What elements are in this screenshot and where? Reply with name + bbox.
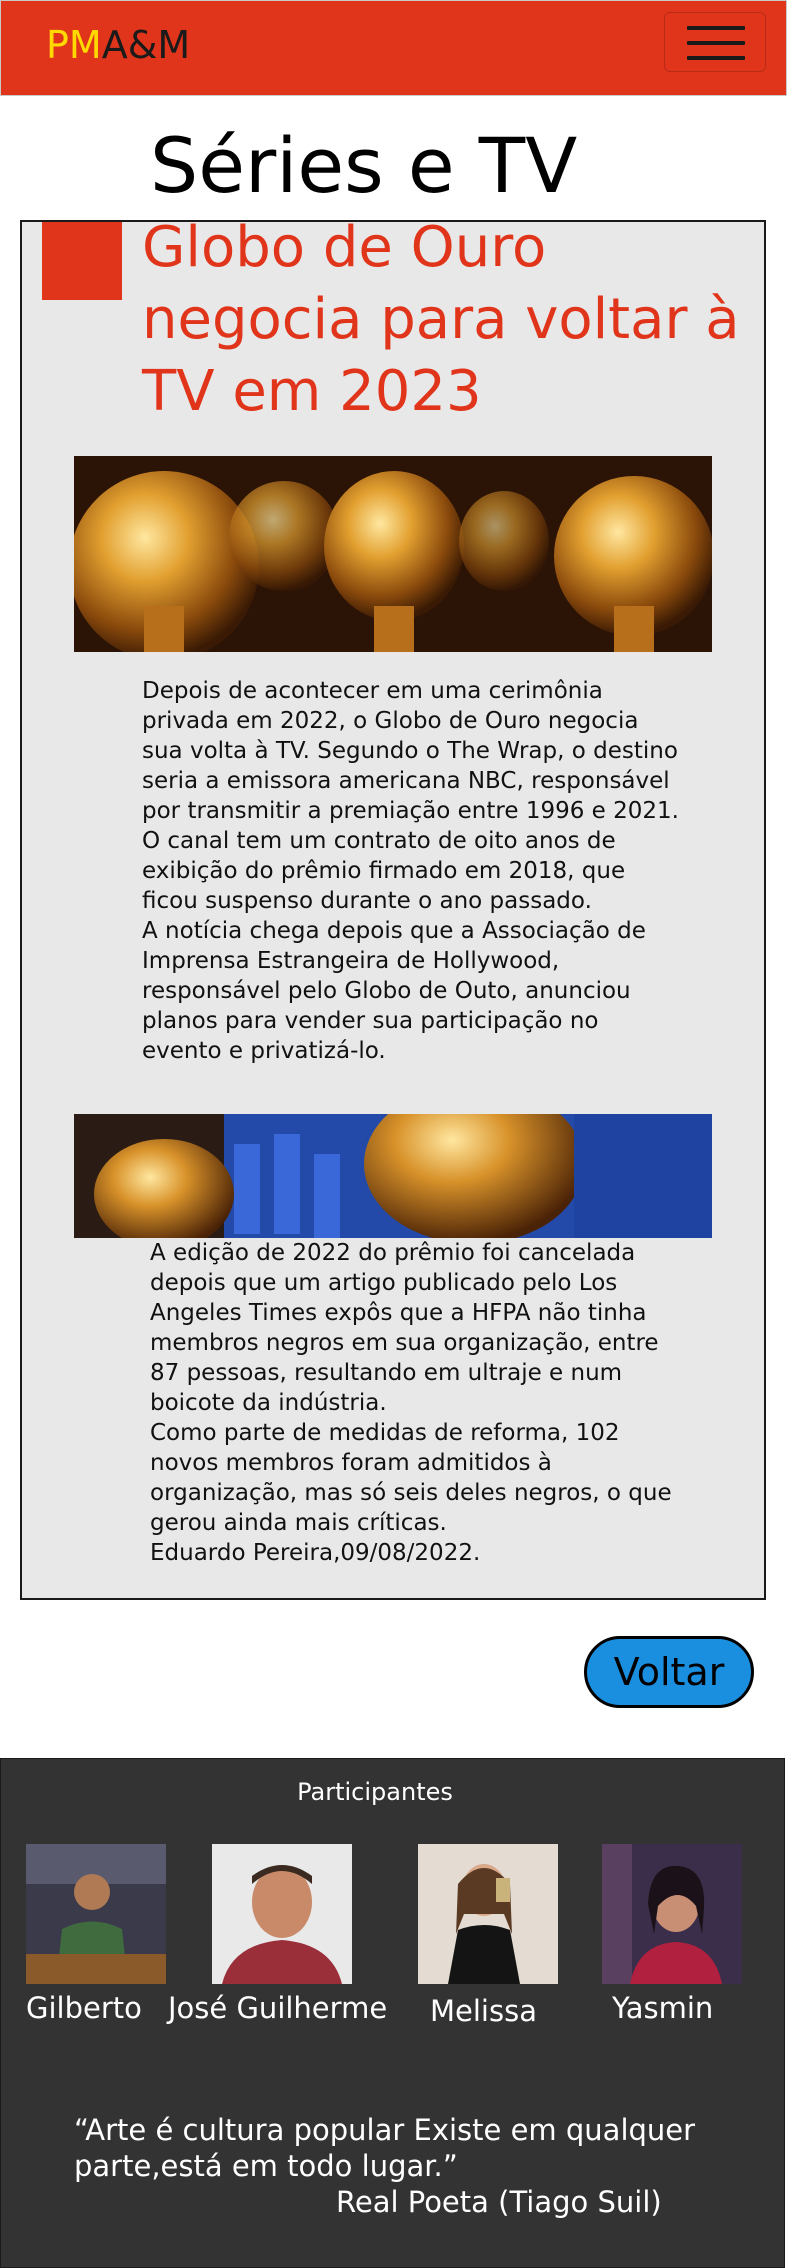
avatar-gilberto xyxy=(26,1844,166,1984)
article-headline: Globo de Ouro negocia para voltar à TV e… xyxy=(142,215,740,424)
avatar-yasmin xyxy=(602,1844,742,1984)
logo-am: A&M xyxy=(101,23,191,67)
avatar-jose-guilherme xyxy=(212,1844,352,1984)
logo-pm: PM xyxy=(46,23,102,67)
golden-globe-trophies-image xyxy=(74,456,712,652)
footer-title: Participantes xyxy=(297,1778,453,1806)
footer-quote: “Arte é cultura popular Existe em qualqu… xyxy=(74,2113,696,2183)
article-body-part2: A edição de 2022 do prêmio foi cancelada… xyxy=(150,1238,690,1568)
article-body-part1: Depois de acontecer em uma cerimônia pri… xyxy=(142,676,682,1066)
paragraph: Como parte de medidas de reforma, 102 no… xyxy=(150,1420,672,1536)
article-byline: Eduardo Pereira,09/08/2022. xyxy=(150,1540,481,1566)
headline-accent-square xyxy=(42,222,122,300)
paragraph: A edição de 2022 do prêmio foi cancelada… xyxy=(150,1240,659,1416)
member-name: Yasmin xyxy=(612,1991,714,2025)
back-button[interactable]: Voltar xyxy=(584,1636,754,1708)
site-logo[interactable]: PMA&M xyxy=(46,20,190,70)
member-name: José Guilherme xyxy=(168,1991,388,2025)
avatar-melissa xyxy=(418,1844,558,1984)
member-name: Melissa xyxy=(430,1994,537,2028)
page-title: Séries e TV xyxy=(150,121,578,210)
paragraph: O canal tem um contrato de oito anos de … xyxy=(142,828,626,914)
paragraph: A notícia chega depois que a Associação … xyxy=(142,918,646,1064)
footer-quote-author: Real Poeta (Tiago Suil) xyxy=(336,2185,662,2219)
menu-toggle-button[interactable] xyxy=(664,12,766,72)
member-name: Gilberto xyxy=(26,1991,142,2025)
paragraph: Depois de acontecer em uma cerimônia pri… xyxy=(142,678,679,824)
golden-globe-awards-stage-image xyxy=(74,1114,712,1238)
